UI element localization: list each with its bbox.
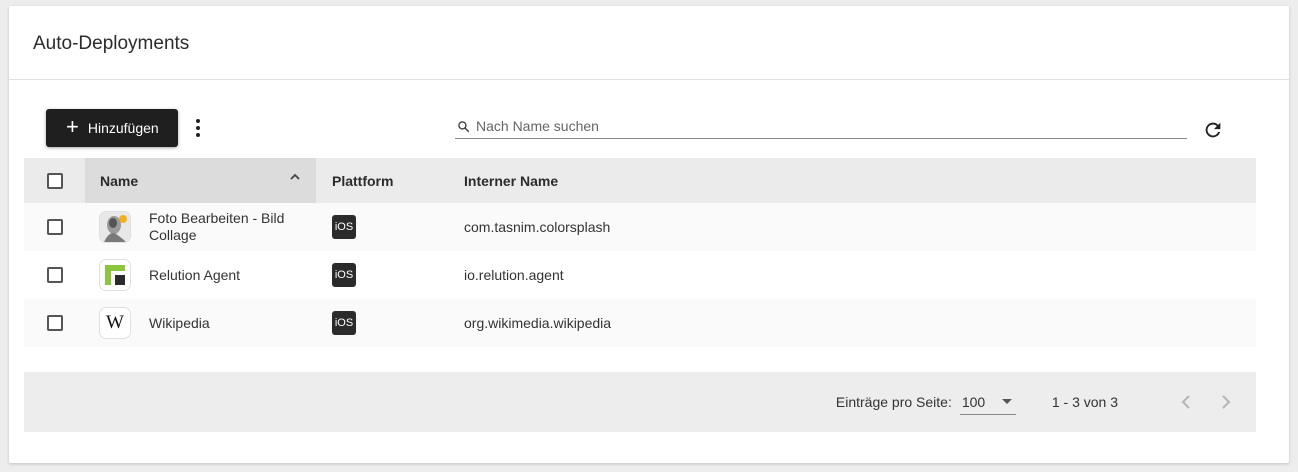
table-body: Foto Bearbeiten - Bild Collage iOS com.t… <box>24 203 1256 347</box>
column-header-platform[interactable]: Plattform <box>316 173 448 189</box>
search-field[interactable] <box>455 114 1187 139</box>
more-vert-icon[interactable] <box>188 114 208 142</box>
internal-name: io.relution.agent <box>464 267 564 283</box>
app-name: Foto Bearbeiten - Bild Collage <box>149 210 285 243</box>
sort-ascending-icon <box>290 173 300 180</box>
table-row[interactable]: W Wikipedia iOS org.wikimedia.wikipedia <box>24 299 1256 347</box>
plus-icon: + <box>66 113 79 139</box>
ios-platform-badge: iOS <box>332 263 356 287</box>
refresh-icon[interactable] <box>1202 119 1224 141</box>
search-input[interactable] <box>476 118 1156 134</box>
table-header: Name Plattform Interner Name <box>24 158 1256 203</box>
previous-page-button[interactable] <box>1174 390 1198 414</box>
app-name: Wikipedia <box>149 314 210 331</box>
add-button-label: Hinzufügen <box>87 120 159 136</box>
internal-name: org.wikimedia.wikipedia <box>464 315 612 331</box>
card-header: Auto-Deployments <box>9 6 1289 80</box>
select-all-checkbox[interactable] <box>46 172 63 189</box>
chevron-left-icon <box>1181 395 1190 409</box>
per-page-value: 100 <box>961 393 986 410</box>
relution-app-icon <box>99 259 131 291</box>
table-row[interactable]: Relution Agent iOS io.relution.agent <box>24 251 1256 299</box>
column-header-internal-name[interactable]: Interner Name <box>448 173 1256 189</box>
per-page-select[interactable]: 100 <box>959 389 1016 415</box>
deployments-table: Name Plattform Interner Name Foto Bearbe… <box>24 158 1256 347</box>
column-header-name[interactable]: Name <box>85 158 316 203</box>
row-checkbox[interactable] <box>46 315 63 331</box>
table-row[interactable]: Foto Bearbeiten - Bild Collage iOS com.t… <box>24 203 1256 251</box>
wikipedia-app-icon: W <box>99 307 131 339</box>
chevron-right-icon <box>1222 395 1231 409</box>
ios-platform-badge: iOS <box>332 311 356 335</box>
ios-platform-badge: iOS <box>332 215 356 239</box>
pagination-range: 1 - 3 von 3 <box>1051 394 1118 410</box>
row-checkbox[interactable] <box>46 267 63 283</box>
page-title: Auto-Deployments <box>33 33 190 54</box>
internal-name: com.tasnim.colorsplash <box>464 219 611 235</box>
next-page-button[interactable] <box>1214 390 1238 414</box>
app-name: Relution Agent <box>149 266 241 283</box>
row-checkbox[interactable] <box>46 219 63 235</box>
search-icon <box>458 120 470 132</box>
table-pagination: Einträge pro Seite: 100 1 - 3 von 3 <box>24 372 1256 432</box>
chevron-down-icon <box>1001 399 1012 404</box>
per-page-label: Einträge pro Seite: <box>835 394 952 410</box>
add-button[interactable]: + Hinzufügen <box>46 109 178 147</box>
colorsplash-app-icon <box>99 211 131 243</box>
